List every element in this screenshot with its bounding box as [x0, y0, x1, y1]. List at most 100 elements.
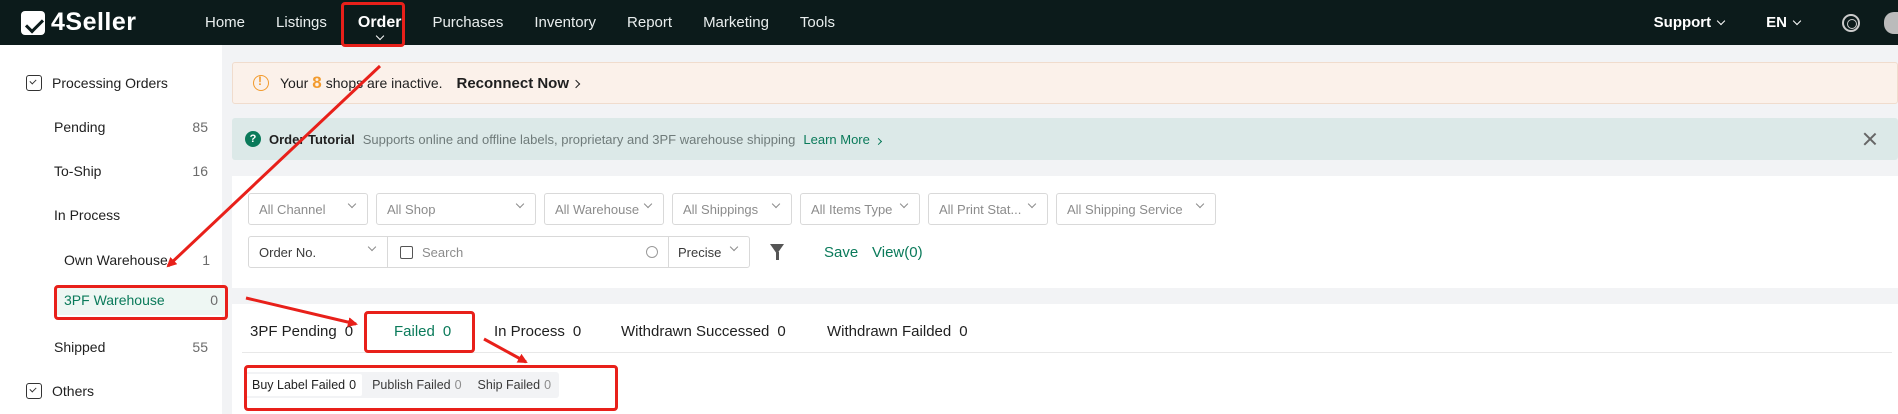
sidebar: Processing Orders Pending 85 To-Ship 16 … — [0, 45, 226, 414]
reconnect-label: Reconnect Now — [456, 74, 570, 92]
chevron-down-icon — [515, 199, 525, 209]
match-mode-select[interactable]: Precise — [668, 236, 750, 268]
print-status-select-value: All Print Stat... — [939, 201, 1022, 217]
app-name: 4Seller — [51, 8, 137, 36]
clipboard-check-icon — [26, 75, 42, 91]
sidebar-item-own-warehouse[interactable]: Own Warehouse 1 — [64, 252, 210, 268]
view-button[interactable]: View(0) — [872, 244, 923, 261]
sidebar-item-count: 85 — [192, 119, 208, 135]
main-nav: Home Listings Order Purchases Inventory … — [205, 0, 866, 45]
shop-select[interactable]: All Shop — [376, 193, 536, 225]
sidebar-item-count: 0 — [210, 292, 218, 308]
learn-more-label: Learn More — [803, 131, 870, 147]
support-label: Support — [1653, 14, 1712, 31]
avatar[interactable] — [1884, 11, 1898, 34]
status-tabs-panel: 3PF Pending 0 Failed 0 In Process 0 Withdra… — [232, 304, 1898, 414]
print-status-select[interactable]: All Print Stat... — [928, 193, 1048, 225]
save-button[interactable]: Save — [824, 244, 858, 261]
sidebar-item-to-ship[interactable]: To-Ship 16 — [54, 163, 208, 179]
tabs-divider — [242, 351, 1892, 353]
chevron-down-icon — [367, 242, 377, 252]
top-right-controls: Support EN — [1654, 0, 1898, 45]
sidebar-item-label: To-Ship — [54, 163, 102, 179]
tutorial-description: Supports online and offline labels, prop… — [362, 131, 796, 147]
logo-icon — [21, 10, 45, 35]
search-input[interactable]: Search — [387, 236, 669, 268]
reconnect-now-link[interactable]: Reconnect Now — [456, 74, 581, 92]
order-tutorial-banner: ? Order Tutorial Supports online and off… — [232, 118, 1898, 160]
chevron-down-icon — [1716, 16, 1726, 25]
nav-home[interactable]: Home — [205, 0, 245, 45]
subtab-label: Buy Label Failed — [252, 378, 346, 392]
tab-label: Failed — [394, 323, 435, 340]
tab-3pf-pending[interactable]: 3PF Pending 0 — [250, 323, 353, 340]
sidebar-item-count: 1 — [202, 252, 210, 268]
filter-funnel-icon[interactable] — [770, 244, 784, 260]
app-logo[interactable]: 4Seller — [21, 8, 181, 37]
nav-marketing[interactable]: Marketing — [703, 0, 769, 45]
nav-report[interactable]: Report — [627, 0, 672, 45]
tab-failed[interactable]: Failed 0 — [394, 323, 451, 340]
filter-panel: All Channel All Shop All Warehouse All S… — [232, 176, 1898, 288]
nav-purchases[interactable]: Purchases — [432, 0, 503, 45]
chevron-down-icon — [899, 199, 909, 209]
alert-shop-count: 8 — [312, 73, 322, 92]
settings-gear-icon[interactable] — [1842, 13, 1860, 32]
sidebar-group-processing-orders[interactable]: Processing Orders — [26, 75, 168, 91]
search-icon[interactable] — [646, 246, 658, 258]
support-menu[interactable]: Support — [1653, 14, 1726, 31]
shippings-select[interactable]: All Shippings — [672, 193, 792, 225]
scan-icon[interactable] — [400, 246, 413, 259]
shipping-service-select[interactable]: All Shipping Service — [1056, 193, 1216, 225]
warehouse-select-value: All Warehouse — [555, 201, 640, 217]
sidebar-item-3pf-warehouse[interactable]: 3PF Warehouse 0 — [56, 285, 226, 315]
sidebar-item-label: Own Warehouse — [64, 252, 168, 268]
language-menu[interactable]: EN — [1766, 14, 1802, 31]
sidebar-item-label: Shipped — [54, 339, 106, 355]
nav-order[interactable]: Order — [357, 0, 402, 45]
tab-withdrawn-successed[interactable]: Withdrawn Successed 0 — [621, 323, 786, 340]
tab-withdrawn-failded[interactable]: Withdrawn Failded 0 — [827, 323, 968, 340]
sidebar-item-shipped[interactable]: Shipped 55 — [54, 339, 208, 355]
tab-count: 0 — [777, 323, 786, 340]
sidebar-group-label: Others — [52, 383, 95, 399]
sidebar-group-others[interactable]: Others — [26, 383, 94, 399]
nav-order-label: Order — [357, 13, 402, 31]
tab-count: 0 — [572, 323, 582, 340]
items-type-select[interactable]: All Items Type — [800, 193, 920, 225]
shop-select-value: All Shop — [387, 201, 436, 217]
inactive-shops-alert: Your 8 shops are inactive. Reconnect Now — [232, 62, 1898, 104]
failed-subtabs: Buy Label Failed 0 Publish Failed 0 Ship F… — [244, 372, 560, 398]
chevron-down-icon — [771, 199, 781, 209]
chevron-down-icon — [347, 199, 357, 209]
alert-suffix: shops are inactive. — [325, 75, 443, 91]
tab-count: 0 — [442, 323, 452, 340]
warehouse-select[interactable]: All Warehouse — [544, 193, 664, 225]
tab-label: In Process — [494, 323, 565, 340]
subtab-count: 0 — [349, 378, 357, 392]
nav-inventory[interactable]: Inventory — [534, 0, 596, 45]
chevron-down-icon — [1792, 16, 1802, 25]
search-field-value: Order No. — [259, 244, 317, 260]
subtab-publish-failed[interactable]: Publish Failed 0 — [364, 372, 469, 398]
sidebar-item-label: In Process — [54, 207, 121, 223]
subtab-count: 0 — [454, 378, 462, 392]
tab-label: Withdrawn Successed — [621, 323, 770, 340]
subtab-buy-label-failed[interactable]: Buy Label Failed 0 — [246, 374, 363, 396]
sidebar-item-label: Pending — [54, 119, 106, 135]
sidebar-item-count: 55 — [192, 339, 208, 355]
sidebar-item-in-process[interactable]: In Process — [54, 207, 208, 223]
tab-label: 3PF Pending — [250, 323, 337, 340]
chevron-right-icon — [571, 79, 581, 88]
subtab-label: Ship Failed — [477, 378, 541, 392]
learn-more-link[interactable]: Learn More — [803, 131, 882, 147]
channel-select[interactable]: All Channel — [248, 193, 368, 225]
chevron-down-icon — [1195, 199, 1205, 209]
close-icon[interactable] — [1862, 131, 1878, 147]
sidebar-item-pending[interactable]: Pending 85 — [54, 119, 208, 135]
subtab-ship-failed[interactable]: Ship Failed 0 — [470, 372, 560, 398]
search-field-select[interactable]: Order No. — [248, 236, 388, 268]
nav-listings[interactable]: Listings — [276, 0, 327, 45]
tab-in-process[interactable]: In Process 0 — [494, 323, 581, 340]
nav-tools[interactable]: Tools — [800, 0, 835, 45]
